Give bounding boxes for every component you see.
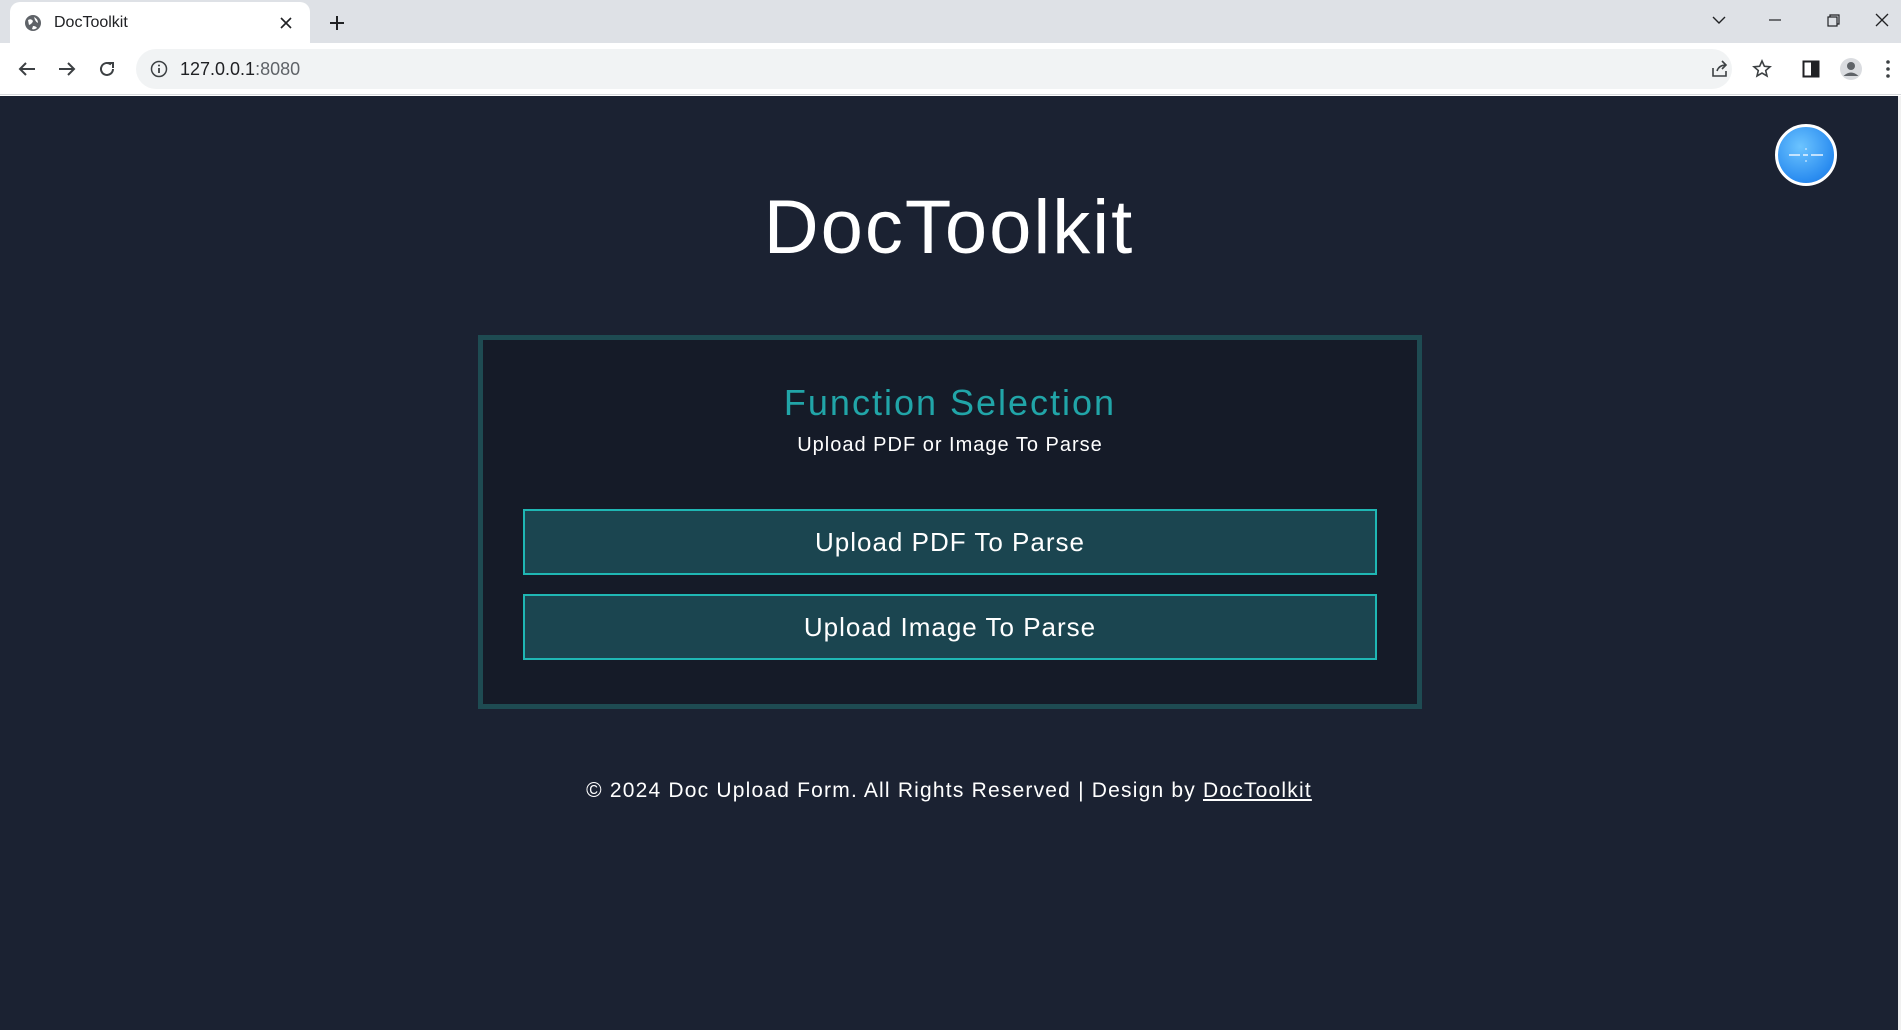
- tab-title: DocToolkit: [54, 13, 128, 31]
- chevron-down-icon[interactable]: [1696, 0, 1742, 40]
- profile-icon[interactable]: [1839, 57, 1863, 81]
- plus-icon[interactable]: [324, 10, 350, 36]
- dashes-icon: [1789, 148, 1823, 162]
- info-icon[interactable]: [150, 60, 168, 78]
- close-icon[interactable]: [276, 13, 296, 33]
- close-window-icon[interactable]: [1862, 0, 1901, 40]
- page-title: DocToolkit: [763, 185, 1135, 270]
- function-selection-card: Function Selection Upload PDF or Image T…: [478, 335, 1422, 709]
- side-panel-icon[interactable]: [1799, 57, 1823, 81]
- url-port: :8080: [255, 58, 301, 79]
- upload-image-button[interactable]: Upload Image To Parse: [523, 594, 1377, 660]
- back-arrow-icon[interactable]: [13, 55, 41, 83]
- star-icon[interactable]: [1750, 57, 1774, 81]
- address-bar[interactable]: 127.0.0.1:8080: [136, 49, 1732, 89]
- menu-dots-icon[interactable]: [1880, 57, 1896, 81]
- share-icon[interactable]: [1708, 57, 1732, 81]
- footer-text: © 2024 Doc Upload Form. All Rights Reser…: [586, 779, 1203, 802]
- floating-assistant-button[interactable]: [1775, 124, 1837, 186]
- forward-arrow-icon[interactable]: [53, 55, 81, 83]
- browser-tab-strip: DocToolkit: [0, 0, 1901, 43]
- minimize-icon[interactable]: [1752, 0, 1798, 40]
- browser-toolbar: 127.0.0.1:8080: [0, 43, 1901, 95]
- footer: © 2024 Doc Upload Form. All Rights Reser…: [0, 779, 1898, 803]
- restore-icon[interactable]: [1810, 0, 1856, 40]
- card-heading: Function Selection: [783, 382, 1117, 423]
- reload-icon[interactable]: [93, 55, 121, 83]
- url-host: 127.0.0.1: [180, 58, 256, 79]
- browser-tab[interactable]: DocToolkit: [10, 2, 310, 43]
- globe-icon: [24, 14, 42, 32]
- page-viewport: DocToolkit Function Selection Upload PDF…: [0, 96, 1898, 1030]
- footer-link[interactable]: DocToolkit: [1203, 779, 1312, 802]
- upload-pdf-button[interactable]: Upload PDF To Parse: [523, 509, 1377, 575]
- card-subheading: Upload PDF or Image To Parse: [797, 434, 1103, 456]
